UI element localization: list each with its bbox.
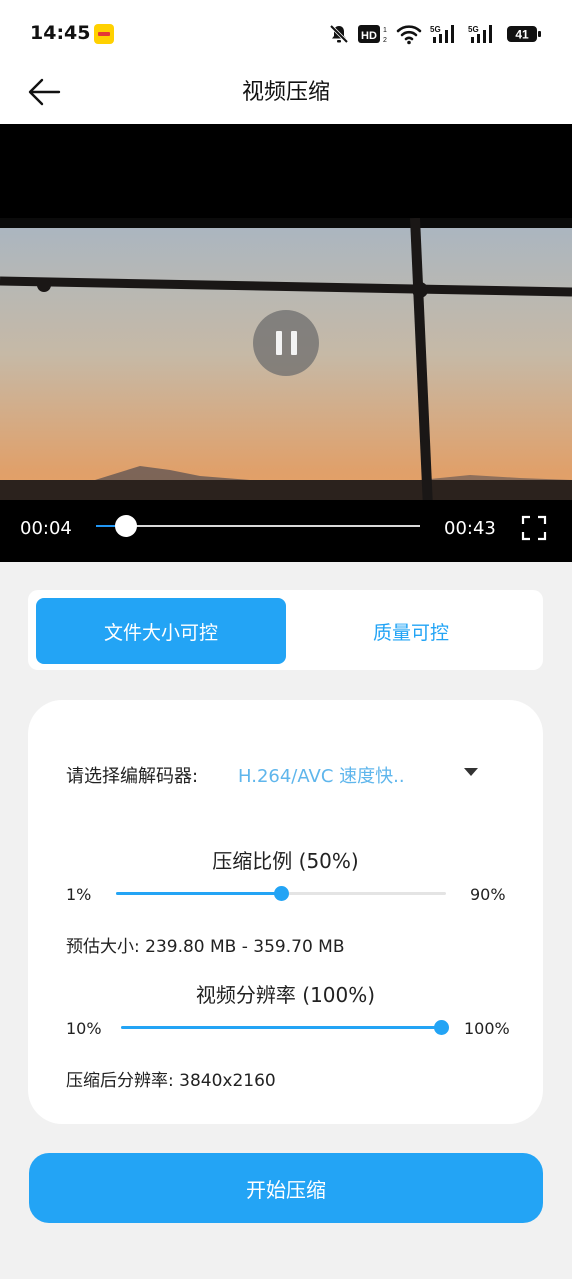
dropdown-triangle-icon[interactable] <box>464 768 478 776</box>
settings-card: 请选择编解码器: H.264/AVC 速度快.. 压缩比例 (50%) 1% 9… <box>28 700 543 1124</box>
status-icons: HD 1 2 5G 5G 41 <box>328 20 542 48</box>
seek-thumb[interactable] <box>115 515 138 537</box>
pause-icon <box>290 331 297 355</box>
current-time: 00:04 <box>20 518 72 539</box>
estimated-size: 预估大小: 239.80 MB - 359.70 MB <box>66 937 345 957</box>
compression-max-label: 90% <box>470 885 506 904</box>
meituan-app-icon <box>94 24 114 44</box>
video-player[interactable]: 00:04 00:43 <box>0 124 572 562</box>
start-compress-button[interactable]: 开始压缩 <box>29 1153 543 1223</box>
svg-text:5G: 5G <box>468 25 479 34</box>
compression-min-label: 1% <box>66 885 92 904</box>
resolution-slider[interactable] <box>121 1020 449 1035</box>
page-title: 视频压缩 <box>241 80 330 105</box>
resolution-max-label: 100% <box>464 1019 510 1038</box>
resolution-title: 视频分辨率 (100%) <box>195 983 376 1007</box>
resolution-min-label: 10% <box>66 1019 102 1038</box>
resolution-slider-fill <box>121 1026 441 1029</box>
compression-slider-fill <box>116 892 281 895</box>
battery-icon: 41 <box>507 26 541 42</box>
signal-5g-icon: 5G <box>468 25 492 43</box>
resolution-slider-thumb[interactable] <box>434 1020 449 1035</box>
codec-value: H.264/AVC 速度快.. <box>238 766 405 787</box>
mode-tabs: 文件大小可控 质量可控 <box>28 590 543 670</box>
tab-quality[interactable]: 质量可控 <box>286 598 536 664</box>
battery-level: 41 <box>515 28 529 42</box>
codec-label: 请选择编解码器: <box>66 766 199 787</box>
fullscreen-icon[interactable] <box>520 514 548 542</box>
status-time: 14:45 <box>30 22 91 44</box>
seek-bar[interactable] <box>96 515 420 537</box>
compression-slider[interactable] <box>116 886 446 901</box>
status-bar: 14:45 HD 1 2 5G 5G 41 <box>0 0 572 64</box>
pause-icon <box>275 331 282 355</box>
player-controls: 00:04 00:43 <box>0 502 572 562</box>
header: 视频压缩 <box>0 64 572 124</box>
total-time: 00:43 <box>444 518 496 539</box>
svg-text:1: 1 <box>383 27 387 34</box>
svg-text:5G: 5G <box>430 25 441 34</box>
svg-text:HD: HD <box>361 30 377 42</box>
tab-file-size[interactable]: 文件大小可控 <box>36 598 286 664</box>
mute-bell-icon <box>329 24 349 44</box>
compressed-resolution: 压缩后分辨率: 3840x2160 <box>66 1071 276 1091</box>
signal-5g-icon: 5G <box>430 25 454 43</box>
pause-button[interactable] <box>253 310 319 376</box>
hd-icon: HD 1 2 <box>358 25 387 44</box>
svg-text:2: 2 <box>383 37 387 44</box>
compression-slider-thumb[interactable] <box>274 886 289 901</box>
compression-ratio-title: 压缩比例 (50%) <box>212 849 359 873</box>
wifi-icon <box>396 25 422 45</box>
